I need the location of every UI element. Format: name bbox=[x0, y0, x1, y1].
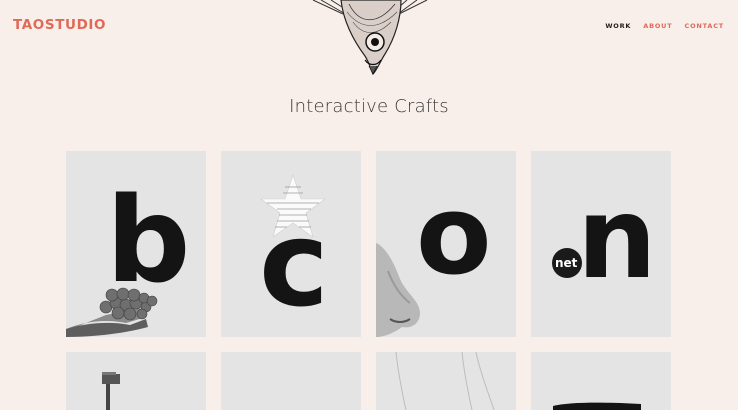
project-tile-b[interactable]: b bbox=[66, 151, 206, 337]
nav-contact[interactable]: CONTACT bbox=[685, 22, 725, 30]
page-title: Interactive Crafts bbox=[289, 96, 449, 117]
net-badge-label: net bbox=[555, 256, 578, 270]
letter-b-artwork: b bbox=[66, 171, 190, 337]
letter-n-artwork: n net bbox=[552, 174, 657, 304]
nav-about[interactable]: ABOUT bbox=[643, 22, 672, 30]
project-tile-row2-2[interactable] bbox=[221, 352, 361, 410]
project-tile-row2-1[interactable] bbox=[66, 352, 206, 410]
fish-illustration bbox=[312, 0, 428, 76]
razor-image bbox=[102, 372, 120, 410]
project-tile-o[interactable]: o bbox=[376, 151, 516, 337]
project-tile-n[interactable]: n net bbox=[531, 151, 671, 337]
letter-b: b bbox=[106, 171, 190, 309]
letter-c: c bbox=[259, 195, 329, 333]
site-logo[interactable]: TAOSTUDIO bbox=[13, 17, 106, 33]
outline-sketch-image bbox=[395, 352, 495, 410]
nav-work[interactable]: WORK bbox=[605, 22, 631, 30]
letter-n: n bbox=[577, 174, 657, 304]
letter-o: o bbox=[416, 171, 492, 299]
letter-m-artwork bbox=[553, 402, 641, 410]
project-tile-c[interactable]: c bbox=[221, 151, 361, 337]
letter-o-artwork: o bbox=[376, 171, 492, 337]
main-nav: WORK ABOUT CONTACT bbox=[605, 22, 724, 30]
project-tile-row2-4[interactable] bbox=[531, 352, 671, 410]
project-tile-row2-3[interactable] bbox=[376, 352, 516, 410]
letter-c-artwork: c bbox=[259, 174, 329, 333]
